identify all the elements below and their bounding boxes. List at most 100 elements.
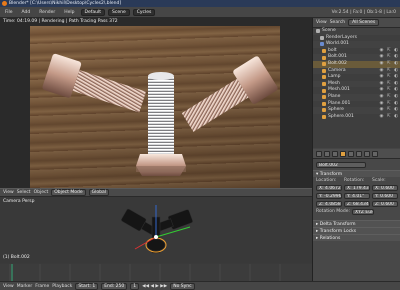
scene-selector[interactable]: Scene bbox=[108, 8, 130, 16]
end-frame-field[interactable]: End: 250 bbox=[101, 282, 128, 290]
rotation-mode-row: Rotation Mode: XYZ Euler bbox=[313, 208, 400, 216]
outliner-filter-selector[interactable]: All Scenes bbox=[348, 19, 380, 26]
outliner-item-label: Plane bbox=[328, 93, 341, 99]
menu-add[interactable]: Add bbox=[19, 10, 34, 15]
timeline-playback[interactable]: Playback bbox=[52, 284, 72, 289]
outliner-item[interactable]: Lamp ◉ ⇱ ◐ bbox=[313, 74, 400, 81]
window-title: Blender* [C:\Users\Nikhil\Desktop\Cycles… bbox=[9, 1, 122, 6]
visibility-icon[interactable]: ◉ ⇱ ◐ bbox=[380, 114, 399, 121]
viewport-scene bbox=[121, 205, 193, 254]
transform-panel-header[interactable]: ▾ Transform bbox=[313, 170, 400, 177]
blender-logo-icon bbox=[2, 1, 7, 6]
start-frame-field[interactable]: Start: 1 bbox=[75, 282, 99, 290]
render-header-object[interactable]: Object bbox=[34, 190, 49, 195]
render-header-view[interactable]: View bbox=[3, 190, 14, 195]
menu-render[interactable]: Render bbox=[36, 10, 58, 15]
outliner-item[interactable]: Plane ◉ ⇱ ◐ bbox=[313, 93, 400, 101]
object-tab-icon[interactable] bbox=[340, 150, 346, 157]
render-engine-selector[interactable]: Cycles bbox=[132, 8, 156, 16]
outliner-item[interactable]: Bolt.002 ◉ ⇱ ◐ bbox=[313, 60, 400, 68]
sync-mode-selector[interactable]: No Sync bbox=[170, 282, 195, 290]
delta-transform-title: Delta Transform bbox=[319, 222, 356, 227]
outliner-item-label: Bolt.002 bbox=[328, 60, 347, 66]
current-frame-field[interactable]: 1 bbox=[130, 282, 140, 290]
outliner[interactable]: View Search All Scenes Scene RenderLayers… bbox=[313, 18, 400, 148]
object-type-icon bbox=[322, 88, 326, 93]
outliner-item-label: Sphere.001 bbox=[328, 113, 354, 119]
render-header-orientation[interactable]: Global bbox=[88, 189, 109, 196]
delta-transform-panel-header[interactable]: ▸ Delta Transform bbox=[313, 220, 400, 227]
location-y-field[interactable]: Y: -0.2996 bbox=[316, 193, 342, 199]
layout-selector[interactable]: Default bbox=[80, 8, 105, 16]
visibility-icon[interactable]: ◉ ⇱ ◐ bbox=[380, 54, 399, 61]
timeline-marker[interactable]: Marker bbox=[17, 284, 33, 289]
right-panel: View Search All Scenes Scene RenderLayers… bbox=[312, 18, 400, 281]
scale-x-field[interactable]: X: 0.600 bbox=[372, 185, 398, 191]
scale-y-field[interactable]: Y: 0.600 bbox=[372, 193, 398, 199]
outliner-item[interactable]: World.001 bbox=[313, 41, 400, 48]
constraints-tab-icon[interactable] bbox=[348, 150, 354, 157]
menu-help[interactable]: Help bbox=[61, 10, 77, 15]
object-type-icon bbox=[322, 62, 326, 67]
object-type-icon bbox=[322, 108, 326, 113]
relations-panel-header[interactable]: ▸ Relations bbox=[313, 234, 400, 241]
playback-controls[interactable]: ◀◀ ◀ ▶ ▶▶ bbox=[142, 284, 167, 289]
render-viewport[interactable]: Time: 04:19.09 | Rendering | Path Tracin… bbox=[0, 18, 312, 188]
properties-editor: Bolt.002 ▾ Transform Location: Rotation:… bbox=[313, 149, 400, 281]
transform-title: Transform bbox=[319, 172, 343, 177]
timeline-view[interactable]: View bbox=[3, 284, 14, 289]
visibility-icon[interactable]: ◉ ⇱ ◐ bbox=[380, 94, 399, 101]
transform-locks-panel-header[interactable]: ▸ Transform Locks bbox=[313, 227, 400, 234]
timeline-frame[interactable]: Frame bbox=[35, 284, 49, 289]
outliner-item-label: Sphere bbox=[328, 107, 344, 113]
scene-tab-icon[interactable] bbox=[324, 150, 330, 157]
location-z-field[interactable]: Z: 4.0858 bbox=[316, 201, 342, 207]
world-tab-icon[interactable] bbox=[332, 150, 338, 157]
outliner-item[interactable]: Sphere.001 ◉ ⇱ ◐ bbox=[313, 114, 400, 121]
transform-row-x: X: 4.0672 X: 179.43° X: 0.600 bbox=[313, 184, 400, 192]
object-type-icon bbox=[322, 55, 326, 60]
location-x-field[interactable]: X: 4.0672 bbox=[316, 185, 342, 191]
render-header-select[interactable]: Select bbox=[17, 190, 31, 195]
data-tab-icon[interactable] bbox=[364, 150, 370, 157]
rotation-z-field[interactable]: Z: 68.434° bbox=[344, 201, 370, 207]
visibility-icon[interactable]: ◉ ⇱ ◐ bbox=[380, 61, 399, 68]
scale-z-field[interactable]: Z: 0.600 bbox=[372, 201, 398, 207]
transform-locks-title: Transform Locks bbox=[319, 229, 357, 234]
render-status: Time: 04:19.09 | Rendering | Path Tracin… bbox=[3, 19, 118, 24]
object-type-icon bbox=[322, 95, 326, 100]
render-tab-icon[interactable] bbox=[316, 150, 322, 157]
properties-tabs bbox=[313, 149, 400, 159]
outliner-view-menu[interactable]: View bbox=[316, 20, 327, 25]
scene-info: Ve:2.54 | Fa:0 | Ob:1-8 | La:0 bbox=[331, 9, 396, 15]
transform-row-y: Y: -0.2996 Y: 4.01° Y: 0.600 bbox=[313, 192, 400, 200]
rotation-mode-selector[interactable]: XYZ Euler bbox=[352, 209, 375, 215]
outliner-item[interactable]: Scene bbox=[313, 28, 400, 35]
menu-bar: File Add Render Help Default Scene Cycle… bbox=[0, 7, 400, 18]
visibility-icon[interactable]: ◉ ⇱ ◐ bbox=[380, 87, 399, 94]
outliner-item[interactable]: Bolt.001 ◉ ⇱ ◐ bbox=[313, 54, 400, 61]
relations-title: Relations bbox=[319, 236, 341, 241]
object-type-icon bbox=[322, 82, 326, 87]
outliner-item-label: Lamp bbox=[328, 74, 341, 80]
rotation-y-field[interactable]: Y: 4.01° bbox=[344, 193, 370, 199]
outliner-item[interactable]: Mesh.001 ◉ ⇱ ◐ bbox=[313, 87, 400, 94]
render-header-mode[interactable]: Object Mode bbox=[51, 189, 86, 196]
object-name-field[interactable]: Bolt.002 bbox=[316, 162, 366, 168]
object-type-icon bbox=[322, 101, 326, 106]
object-type-icon bbox=[316, 29, 320, 34]
menu-file[interactable]: File bbox=[2, 10, 16, 15]
outliner-item[interactable]: Sphere ◉ ⇱ ◐ bbox=[313, 107, 400, 114]
timeline[interactable] bbox=[0, 264, 312, 281]
visibility-icon[interactable]: ◉ ⇱ ◐ bbox=[380, 107, 399, 114]
rotation-mode-label: Rotation Mode: bbox=[316, 209, 351, 214]
rotation-x-field[interactable]: X: 179.43° bbox=[344, 185, 370, 191]
outliner-search-menu[interactable]: Search bbox=[330, 20, 345, 25]
object-type-icon bbox=[320, 35, 324, 40]
modifiers-tab-icon[interactable] bbox=[356, 150, 362, 157]
timeline-ruler bbox=[9, 264, 281, 281]
visibility-icon[interactable]: ◉ ⇱ ◐ bbox=[380, 74, 399, 81]
material-tab-icon[interactable] bbox=[372, 150, 378, 157]
outliner-item-label: Scene bbox=[322, 28, 336, 33]
viewport-3d[interactable]: Camera Persp (1) Bolt.002 bbox=[0, 197, 312, 263]
